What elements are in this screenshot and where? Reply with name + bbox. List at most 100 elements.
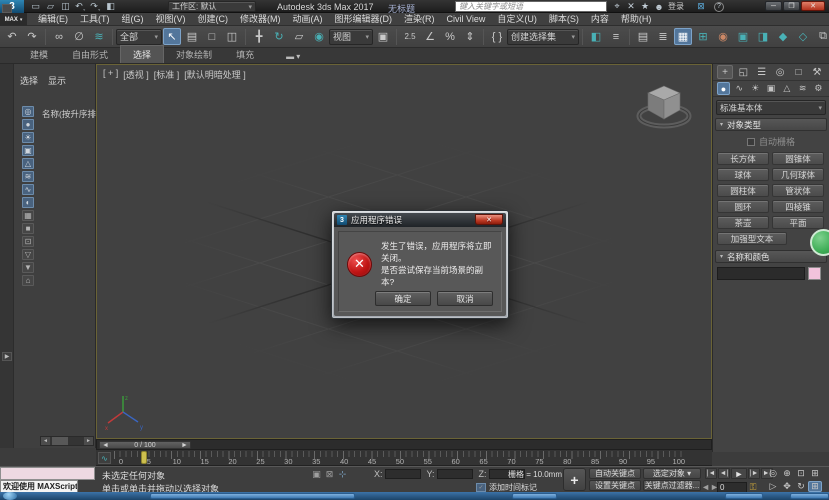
viewport-standard-label[interactable]: [标准 ] <box>154 68 180 81</box>
new-scene-icon[interactable]: ▭ <box>29 1 42 12</box>
align-icon[interactable]: ≡ <box>607 28 625 45</box>
toggle-scene-explorer-icon[interactable]: ▤ <box>634 28 652 45</box>
reference-coordinate-system-dropdown[interactable]: 视图▾ <box>329 29 373 45</box>
help-icon[interactable]: ? <box>714 2 724 12</box>
maximize-viewport-toggle-icon[interactable]: ⊞ <box>808 481 822 492</box>
tube-button[interactable]: 管状体 <box>772 184 824 197</box>
modify-tab-icon[interactable]: ◱ <box>735 65 751 79</box>
rendered-frame-window-icon[interactable]: ◨ <box>754 28 772 45</box>
torus-button[interactable]: 圆环 <box>717 200 769 213</box>
geometry-category-icon[interactable]: ● <box>717 82 730 95</box>
minimize-button[interactable]: ─ <box>765 1 782 11</box>
viewport-shading-label[interactable]: [默认明暗处理 ] <box>184 68 246 81</box>
name-color-rollout-header[interactable]: ▾ 名称和颜色 <box>715 250 827 263</box>
display-geometry-filter-icon[interactable]: ● <box>22 119 34 130</box>
teapot-button[interactable]: 茶壶 <box>717 216 769 229</box>
start-orb-icon[interactable] <box>3 492 17 500</box>
menu-animation[interactable]: 动画(A) <box>287 13 329 26</box>
taskbar-window-button[interactable] <box>725 493 763 499</box>
search-input[interactable] <box>455 1 607 12</box>
material-editor-icon[interactable]: ◉ <box>714 28 732 45</box>
object-type-rollout-header[interactable]: ▾ 对象类型 <box>715 118 827 131</box>
selected-filter-dropdown[interactable]: 选定对象 ▾ <box>643 468 701 479</box>
unlink-selection-icon[interactable]: ∅ <box>70 28 88 45</box>
zoom-extents-icon[interactable]: ⊡ <box>794 468 808 479</box>
selection-filter-funnel-icon[interactable]: ▼ <box>22 262 34 273</box>
render-setup-icon[interactable]: ▣ <box>734 28 752 45</box>
geosphere-button[interactable]: 几何球体 <box>772 168 824 181</box>
key-filters-button[interactable]: 关键点过滤器... <box>643 480 701 491</box>
ribbon-minimize-icon[interactable]: ▬ ▾ <box>280 50 306 63</box>
taskbar-window-button[interactable] <box>512 493 557 499</box>
time-slider[interactable]: ◄ 0 / 100 ► <box>96 439 712 450</box>
menu-create[interactable]: 创建(C) <box>192 13 235 26</box>
scroll-right-arrow-icon[interactable]: ► <box>84 437 93 445</box>
user-account-icon[interactable]: ☻ <box>652 1 666 12</box>
select-and-place-icon[interactable]: ◉ <box>310 28 328 45</box>
shapes-category-icon[interactable]: ∿ <box>733 82 746 95</box>
display-cameras-filter-icon[interactable]: ▣ <box>22 145 34 156</box>
helpers-category-icon[interactable]: △ <box>780 82 793 95</box>
explorer-tab-display[interactable]: 显示 <box>48 74 66 87</box>
hierarchy-tab-icon[interactable]: ☰ <box>754 65 770 79</box>
display-containers-filter-icon[interactable]: ■ <box>22 223 34 234</box>
rectangular-selection-region-icon[interactable]: □ <box>203 28 221 45</box>
motion-tab-icon[interactable]: ◎ <box>772 65 788 79</box>
redo-icon[interactable]: ↷˯ <box>89 1 102 12</box>
clear-search-icon[interactable]: ✕ <box>624 1 638 12</box>
utilities-tab-icon[interactable]: ⚒ <box>809 65 825 79</box>
search-icon[interactable]: ⌖ <box>610 1 624 12</box>
next-frame-icon[interactable]: |► <box>748 468 760 479</box>
ribbon-tab-object-paint[interactable]: 对象绘制 <box>164 46 224 63</box>
expand-panel-arrow-icon[interactable]: ▶ <box>2 352 12 361</box>
undo-scene-icon[interactable]: ↶ <box>3 28 21 45</box>
pan-view-icon[interactable]: ✥ <box>780 481 794 492</box>
schematic-view-icon[interactable]: ⊞ <box>694 28 712 45</box>
track-bar-ruler[interactable]: 05 1015 2025 3035 4045 5055 6065 7075 80… <box>114 450 686 466</box>
render-in-cloud-icon[interactable]: ◇ <box>794 28 812 45</box>
display-helpers-filter-icon[interactable]: △ <box>22 158 34 169</box>
time-slider-thumb[interactable]: ◄ 0 / 100 ► <box>99 441 191 449</box>
auto-key-button[interactable]: 自动关键点 <box>589 468 641 479</box>
x-coordinate-field[interactable] <box>385 469 421 479</box>
mirror-icon[interactable]: ◧ <box>587 28 605 45</box>
menu-rendering[interactable]: 渲染(R) <box>398 13 441 26</box>
menu-help[interactable]: 帮助(H) <box>615 13 658 26</box>
cone-button[interactable]: 圆锥体 <box>772 152 824 165</box>
project-folder-icon[interactable]: ◧ <box>104 1 117 12</box>
dialog-close-icon[interactable]: ✕ <box>475 214 503 225</box>
autogrid-checkbox[interactable] <box>747 138 755 146</box>
cylinder-button[interactable]: 圆柱体 <box>717 184 769 197</box>
explorer-horizontal-scrollbar[interactable]: ◄ ► <box>40 436 94 446</box>
viewcube[interactable] <box>635 79 693 131</box>
communication-center-icon[interactable]: ⊠ <box>694 1 708 12</box>
space-warps-category-icon[interactable]: ≋ <box>796 82 809 95</box>
set-key-mode-button[interactable]: 设置关键点 <box>589 480 641 491</box>
menu-modifiers[interactable]: 修改器(M) <box>234 13 287 26</box>
cameras-category-icon[interactable]: ▣ <box>764 82 777 95</box>
y-coordinate-field[interactable] <box>437 469 473 479</box>
track-bar[interactable]: ∿ 05 1015 2025 3035 4045 5055 6065 7075 … <box>96 450 712 466</box>
menu-civil-view[interactable]: Civil View <box>441 13 492 26</box>
workspace-dropdown[interactable]: 工作区: 默认▾ <box>168 1 256 12</box>
object-color-swatch[interactable] <box>808 267 821 280</box>
create-tab-icon[interactable]: + <box>717 65 733 79</box>
angle-snap-toggle-icon[interactable]: ∠ <box>421 28 439 45</box>
render-production-icon[interactable]: ◆ <box>774 28 792 45</box>
ribbon-tab-populate[interactable]: 填充 <box>224 46 266 63</box>
viewport-menu-plus[interactable]: [ + ] <box>103 68 118 81</box>
cancel-button[interactable]: 取消 <box>437 291 493 306</box>
zoom-all-icon[interactable]: ⊕ <box>780 468 794 479</box>
taskbar-tray-area[interactable] <box>790 493 829 499</box>
play-animation-icon[interactable]: ► <box>731 468 747 479</box>
redo-scene-icon[interactable]: ↷ <box>23 28 41 45</box>
display-groups-filter-icon[interactable]: ⌂ <box>22 275 34 286</box>
lights-category-icon[interactable]: ☀ <box>749 82 762 95</box>
display-space-warps-filter-icon[interactable]: ≋ <box>22 171 34 182</box>
display-lights-filter-icon[interactable]: ☀ <box>22 132 34 143</box>
menu-graph-editors[interactable]: 图形编辑器(D) <box>329 13 399 26</box>
field-of-view-icon[interactable]: ▷ <box>766 481 780 492</box>
go-to-start-icon[interactable]: |◄ <box>705 468 717 479</box>
window-crossing-icon[interactable]: ◫ <box>223 28 241 45</box>
menu-edit[interactable]: 编辑(E) <box>32 13 74 26</box>
